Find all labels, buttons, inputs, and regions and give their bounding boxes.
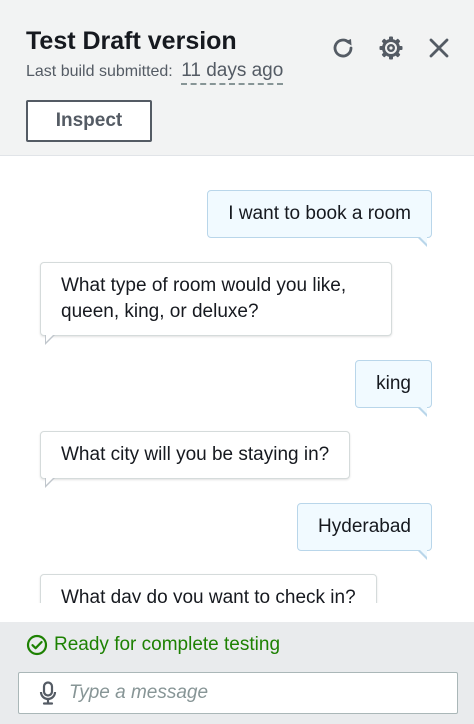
message-user: I want to book a room [207,190,432,247]
message-bot: What type of room would you like, queen,… [40,262,392,345]
message-composer [18,672,458,714]
message-input[interactable] [69,682,429,704]
message-text: What day do you want to check in? [61,587,356,603]
bubble-tail [417,236,427,247]
message-user: Hyderabad [297,503,432,560]
message-user: king [355,360,432,417]
chat-transcript[interactable]: I want to book a room What type of room … [0,157,474,603]
bubble-tail [417,549,427,560]
message-text: I want to book a room [228,203,411,224]
message-text: What city will you be staying in? [61,444,330,465]
bubble-tail [45,334,55,345]
close-icon[interactable] [424,33,454,63]
footer: Ready for complete testing [0,622,474,724]
message-bot: What city will you be staying in? [40,431,351,488]
build-info: Last build submitted: 11 days ago [26,60,284,85]
microphone-icon[interactable] [39,681,57,705]
build-time[interactable]: 11 days ago [181,60,284,85]
bubble-tail [45,477,55,488]
message-bot: What day do you want to check in? [40,574,377,603]
message-text: Hyderabad [318,516,411,537]
build-label: Last build submitted: [26,63,173,80]
page-title: Test Draft version [26,27,237,55]
refresh-icon[interactable] [328,33,358,63]
message-text: What type of room would you like, queen,… [61,275,347,322]
message-text: king [376,373,411,394]
bubble-tail [417,406,427,417]
gear-icon[interactable] [376,33,406,63]
status-indicator: Ready for complete testing [26,634,280,656]
check-circle-icon [26,634,48,656]
inspect-button[interactable]: Inspect [26,100,152,142]
header: Test Draft version Last build submitted:… [0,0,474,156]
status-text: Ready for complete testing [54,634,281,655]
